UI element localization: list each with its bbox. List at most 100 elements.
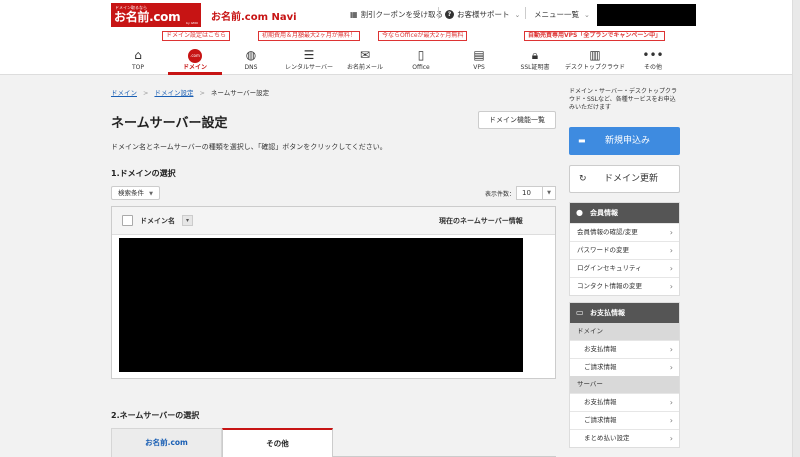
promo-vps[interactable]: 自動売買専用VPS「全プランでキャンペーン中」 xyxy=(524,31,666,41)
domain-feature-list-button[interactable]: ドメイン機能一覧 xyxy=(478,111,556,129)
gnav-mail-label: お名前メール xyxy=(346,64,383,71)
chevron-right-icon: › xyxy=(669,282,673,291)
bulk-payment-label: まとめ払い設定 xyxy=(584,434,630,442)
select-all-checkbox[interactable] xyxy=(122,215,133,226)
chevron-right-icon: › xyxy=(669,434,673,443)
office-icon: ▯ xyxy=(417,48,425,62)
contact-info-link[interactable]: コンタクト情報の変更 › xyxy=(570,277,679,295)
gnav-vps[interactable]: ▤ VPS xyxy=(452,45,506,75)
promo-server[interactable]: 初期費用＆月額最大2ヶ月が無料！ xyxy=(258,31,360,41)
per-page-value: 10 xyxy=(522,189,531,197)
per-page-label: 表示件数： xyxy=(485,191,516,198)
promo-domain-setting[interactable]: ドメイン設定はこちら xyxy=(162,31,231,41)
tab-onamae[interactable]: お名前.com xyxy=(111,428,222,457)
server-payment-label: お支払情報 xyxy=(584,398,617,406)
breadcrumb-separator: > xyxy=(143,89,149,97)
domain-list-redacted xyxy=(119,238,523,372)
new-application-button[interactable]: ▬ 新規申込み xyxy=(569,127,680,155)
breadcrumb-domain[interactable]: ドメイン xyxy=(111,89,137,97)
gnav-domain-label: ドメイン xyxy=(182,64,207,71)
password-change-link[interactable]: パスワードの変更 › xyxy=(570,241,679,259)
divider xyxy=(438,7,439,19)
gnav-vps-label: VPS xyxy=(473,64,485,71)
more-icon: ••• xyxy=(642,48,664,62)
gnav-top-label: TOP xyxy=(131,64,144,71)
dotcom-icon: .com xyxy=(168,47,222,63)
user-icon: ● xyxy=(576,208,583,217)
sidebar-note: ドメイン・サーバー・デスクトップクラウド・SSLなど、各種サービスをお申込みいた… xyxy=(569,88,677,111)
domain-renew-button[interactable]: ↻ ドメイン更新 xyxy=(569,165,680,193)
chevron-right-icon: › xyxy=(669,345,673,354)
gnav-top[interactable]: ⌂ TOP xyxy=(111,45,165,75)
menu-link[interactable]: メニュー一覧 ⌄ xyxy=(534,9,590,20)
domain-table: ドメイン名 ▾ 現在のネームサーバー情報 xyxy=(111,206,556,379)
gnav-domain[interactable]: .com ドメイン xyxy=(168,45,222,75)
domain-renew-label: ドメイン更新 xyxy=(604,174,659,184)
home-icon: ⌂ xyxy=(134,48,142,62)
server-billing-label: ご請求情報 xyxy=(584,416,617,424)
search-filter-button[interactable]: 検索条件 ▼ xyxy=(111,186,160,200)
column-domain-name: ドメイン名 xyxy=(140,217,175,225)
gnav-desktop-cloud-label: デスクトップクラウド xyxy=(565,64,626,71)
domain-payment-link[interactable]: お支払情報 › xyxy=(570,340,679,358)
nameserver-tabs: お名前.com その他 xyxy=(111,428,556,457)
page-description: ドメイン名とネームサーバーの種類を選択し、「確認」ボタンをクリックしてください。 xyxy=(111,143,387,151)
page: ドメイン取るなら お名前.com by GMO お名前.com Navi ▦ 割… xyxy=(0,0,800,457)
domain-payment-label: お支払情報 xyxy=(584,345,617,353)
gnav-other-label: その他 xyxy=(643,64,662,71)
promo-office[interactable]: 今ならOfficeが最大2ヶ月無料 xyxy=(378,31,468,41)
menu-link-label: メニュー一覧 xyxy=(534,10,579,19)
global-nav: ドメイン設定はこちら 初期費用＆月額最大2ヶ月が無料！ 今ならOfficeが最大… xyxy=(0,28,800,75)
member-info-link-label: 会員情報の確認/変更 xyxy=(577,228,638,236)
new-application-label: 新規申込み xyxy=(605,136,651,146)
bulk-payment-link[interactable]: まとめ払い設定 › xyxy=(570,429,679,447)
member-info-panel: ● 会員情報 会員情報の確認/変更 › パスワードの変更 › ログインセキュリティ ›… xyxy=(569,202,680,296)
gnav-other[interactable]: ••• その他 xyxy=(626,45,680,75)
server-payment-link[interactable]: お支払情報 › xyxy=(570,393,679,411)
sort-icon[interactable]: ▾ xyxy=(182,215,193,226)
gnav-mail[interactable]: ✉ お名前メール xyxy=(338,45,392,75)
gnav-office[interactable]: ▯ Office xyxy=(394,45,448,75)
payment-domain-heading: ドメイン xyxy=(570,323,679,340)
column-nameserver-info: 現在のネームサーバー情報 xyxy=(439,217,523,225)
chevron-down-icon: ⌄ xyxy=(514,10,521,19)
tab-other[interactable]: その他 xyxy=(222,428,333,457)
login-security-link[interactable]: ログインセキュリティ › xyxy=(570,259,679,277)
navi-title: お名前.com Navi xyxy=(211,12,297,23)
gnav-ssl-label: SSL証明書 xyxy=(520,64,550,71)
gnav-office-label: Office xyxy=(412,64,430,71)
chevron-right-icon: › xyxy=(669,264,673,273)
contact-info-label: コンタクト情報の変更 xyxy=(577,282,642,290)
breadcrumb-domain-setting[interactable]: ドメイン設定 xyxy=(154,89,193,97)
gnav-dns[interactable]: ◍ DNS xyxy=(224,45,278,75)
chart-icon: ▥ xyxy=(589,48,601,62)
support-link[interactable]: ? お客様サポート ⌄ xyxy=(445,9,520,20)
member-info-link[interactable]: 会員情報の確認/変更 › xyxy=(570,223,679,241)
gnav-ssl[interactable]: 🔒︎ SSL証明書 xyxy=(508,45,562,75)
page-scrollbar[interactable] xyxy=(792,0,800,457)
gnav-rental-server[interactable]: ☰ レンタルサーバー xyxy=(282,45,336,75)
onamae-logo[interactable]: ドメイン取るなら お名前.com by GMO xyxy=(111,3,201,27)
help-icon: ? xyxy=(445,10,454,19)
vps-icon: ▤ xyxy=(473,48,485,62)
refresh-icon: ↻ xyxy=(579,174,587,184)
cart-icon: ▬ xyxy=(578,136,586,145)
domain-billing-link[interactable]: ご請求情報 › xyxy=(570,358,679,376)
globe-icon: ◍ xyxy=(245,48,257,62)
section-domain-select-title: 1.ドメインの選択 xyxy=(111,169,176,178)
chevron-right-icon: › xyxy=(669,228,673,237)
chevron-down-icon: ▼ xyxy=(542,187,555,199)
per-page-select[interactable]: 10 ▼ xyxy=(516,186,556,200)
chevron-down-icon: ▼ xyxy=(149,191,153,197)
gnav-desktop-cloud[interactable]: ▥ デスクトップクラウド xyxy=(565,45,625,75)
chevron-right-icon: › xyxy=(669,398,673,407)
search-filter-label: 検索条件 xyxy=(118,189,144,197)
server-billing-link[interactable]: ご請求情報 › xyxy=(570,411,679,429)
chevron-down-icon: ⌄ xyxy=(584,10,590,19)
domain-billing-label: ご請求情報 xyxy=(584,363,617,371)
breadcrumb-current: ネームサーバー設定 xyxy=(210,89,270,97)
coupon-link-label: 割引クーポンを受け取る xyxy=(360,10,444,19)
page-title: ネームサーバー設定 xyxy=(111,116,228,131)
payment-server-heading: サーバー xyxy=(570,376,679,393)
member-info-header: ● 会員情報 xyxy=(570,203,679,223)
